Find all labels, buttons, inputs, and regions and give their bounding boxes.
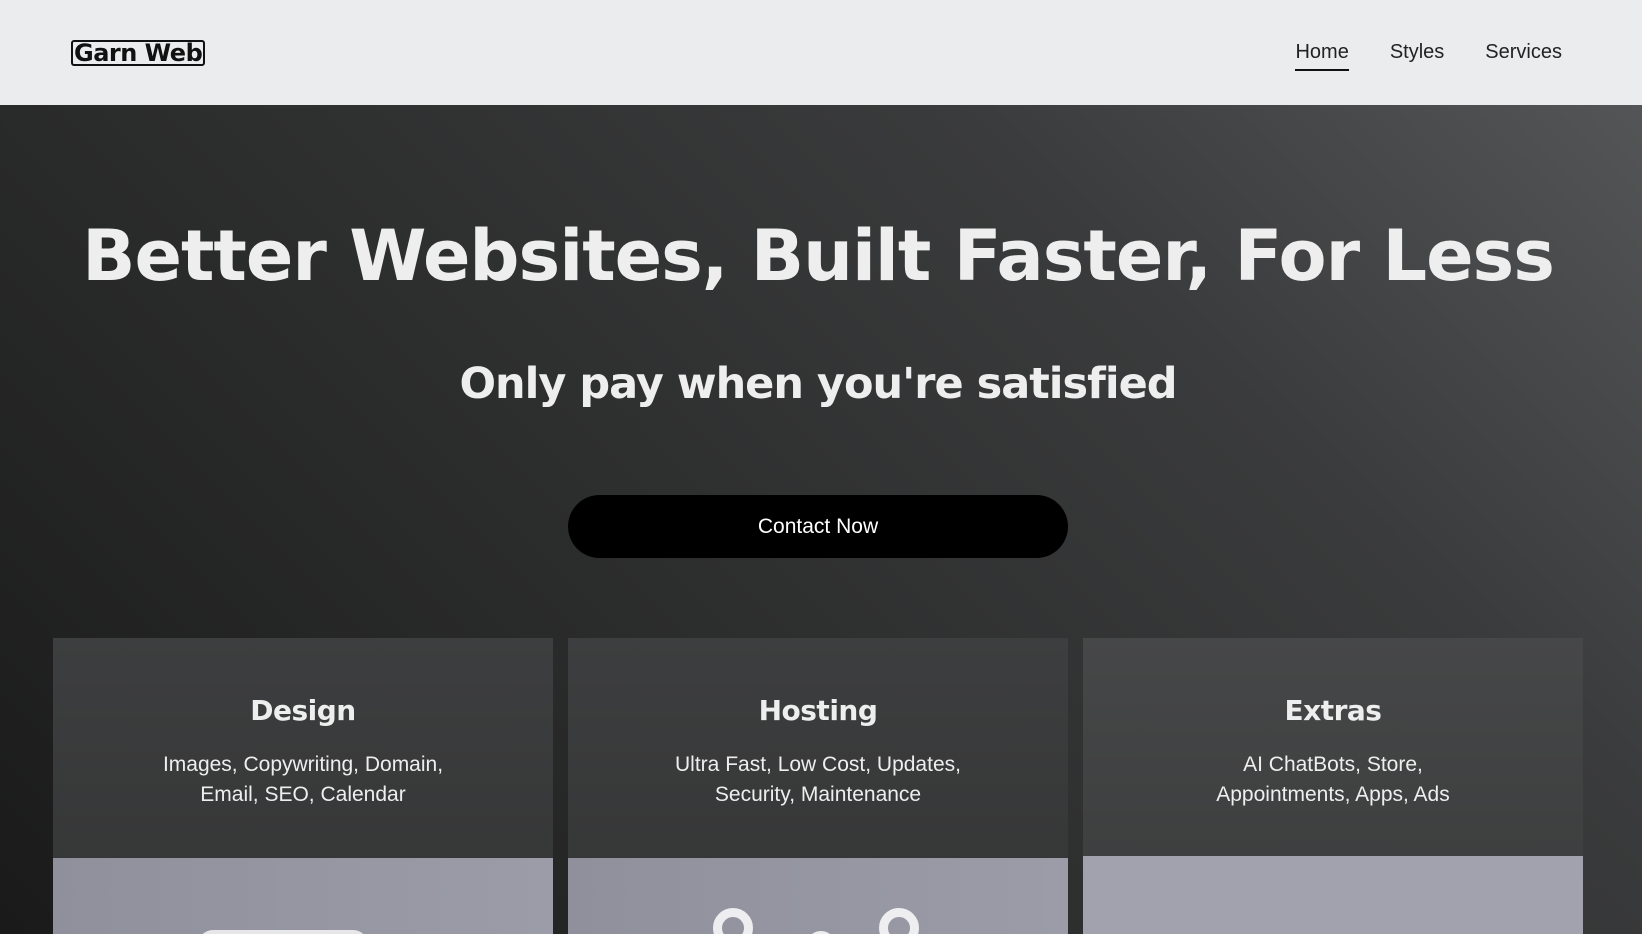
nav-home-link[interactable]: Home (1295, 40, 1349, 71)
card-description: Ultra Fast, Low Cost, Updates, Security,… (618, 750, 1018, 810)
card-text-line: Security, Maintenance (714, 783, 922, 806)
card-title: Hosting (758, 694, 878, 727)
hero-subtitle: Only pay when you're satisfied (459, 359, 1177, 409)
card-text-line: Ultra Fast, Low Cost, Updates, (675, 753, 961, 776)
card-title: Extras (1284, 694, 1382, 727)
ui-pill-shape (198, 930, 368, 934)
hosting-illustration (568, 858, 1068, 934)
site-logo[interactable]: Garn Web (71, 40, 206, 66)
card-text-line: Appointments, Apps, Ads (1216, 783, 1450, 806)
card-description: Images, Copywriting, Domain, Email, SEO,… (103, 750, 503, 810)
card-text-line: Email, SEO, Calendar (200, 783, 406, 806)
extras-card: Extras AI ChatBots, Store, Appointments,… (1083, 638, 1583, 934)
card-text-line: AI ChatBots, Store, (1243, 753, 1423, 776)
network-node-icon (879, 908, 919, 934)
main-nav: Home Styles Services (1295, 40, 1562, 71)
hero-section: Better Websites, Built Faster, For Less … (0, 105, 1642, 934)
extras-illustration (1083, 856, 1583, 934)
nav-styles-link[interactable]: Styles (1390, 40, 1444, 71)
card-description: AI ChatBots, Store, Appointments, Apps, … (1133, 750, 1533, 810)
design-illustration (53, 858, 553, 934)
hosting-card: Hosting Ultra Fast, Low Cost, Updates, S… (568, 638, 1068, 934)
nav-services-link[interactable]: Services (1485, 40, 1562, 71)
site-header: Garn Web Home Styles Services (0, 0, 1642, 105)
hero-title: Better Websites, Built Faster, For Less (82, 215, 1555, 297)
design-card: Design Images, Copywriting, Domain, Emai… (53, 638, 553, 934)
contact-now-button[interactable]: Contact Now (568, 495, 1068, 558)
network-node-icon (713, 908, 753, 934)
card-text-line: Images, Copywriting, Domain, (162, 753, 444, 776)
card-title: Design (250, 694, 356, 727)
